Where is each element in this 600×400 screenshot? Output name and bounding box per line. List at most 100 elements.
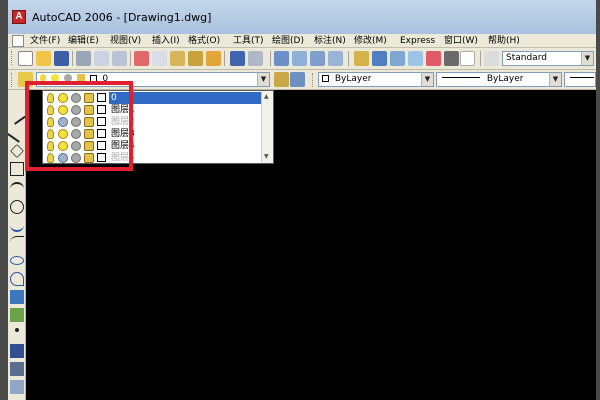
- undo-icon[interactable]: [230, 51, 245, 66]
- layer-row[interactable]: 图层4: [45, 140, 263, 152]
- design-center-icon[interactable]: [372, 51, 387, 66]
- menu-help[interactable]: 帮助(H): [488, 34, 520, 48]
- construction-line-icon[interactable]: [7, 123, 27, 143]
- menu-dimension[interactable]: 标注(N): [314, 34, 346, 48]
- lock-icon[interactable]: [84, 153, 94, 163]
- viewport-freeze-icon[interactable]: [71, 93, 81, 103]
- scroll-up-icon[interactable]: ▲: [264, 93, 269, 100]
- layer-previous-icon[interactable]: [290, 72, 305, 87]
- bulb-icon[interactable]: [47, 93, 54, 103]
- block-editor-icon[interactable]: [206, 51, 221, 66]
- redo-icon[interactable]: [248, 51, 263, 66]
- revision-cloud-icon[interactable]: [10, 218, 24, 232]
- menu-insert[interactable]: 插入(I): [152, 34, 180, 48]
- bulb-icon[interactable]: [47, 141, 54, 151]
- layer-row[interactable]: 0: [45, 92, 263, 104]
- table-icon[interactable]: [10, 380, 24, 394]
- chevron-down-icon[interactable]: ▼: [257, 73, 269, 86]
- layer-row[interactable]: 图层2: [45, 116, 263, 128]
- line-icon[interactable]: [7, 105, 27, 125]
- linetype-select[interactable]: ByLayer ▼: [436, 72, 562, 87]
- menu-draw[interactable]: 绘图(D): [272, 34, 304, 48]
- arc-icon[interactable]: [10, 182, 24, 196]
- viewport-freeze-icon[interactable]: [71, 153, 81, 163]
- ellipse-arc-icon[interactable]: [10, 272, 24, 286]
- text-style-icon[interactable]: [484, 51, 499, 66]
- rectangle-icon[interactable]: [10, 162, 24, 176]
- toolbar-grip[interactable]: [11, 73, 14, 87]
- menu-tools[interactable]: 工具(T): [233, 34, 264, 48]
- color-swatch[interactable]: [97, 93, 106, 102]
- viewport-freeze-icon[interactable]: [71, 105, 81, 115]
- open-icon[interactable]: [36, 51, 51, 66]
- plot-preview-icon[interactable]: [94, 51, 109, 66]
- toolbar-grip[interactable]: [312, 73, 315, 87]
- print-icon[interactable]: [76, 51, 91, 66]
- sun-icon[interactable]: [58, 105, 68, 115]
- sun-icon[interactable]: [58, 129, 68, 139]
- layer-row[interactable]: 图层5: [45, 152, 263, 164]
- make-block-icon[interactable]: [10, 308, 24, 322]
- layer-dropdown-list[interactable]: 0 图层1 图层2 图层3 图层4 图层5 ▲ ▼: [42, 90, 274, 164]
- make-object-layer-current-icon[interactable]: [274, 72, 289, 87]
- color-swatch[interactable]: [97, 105, 106, 114]
- lock-icon[interactable]: [84, 141, 94, 151]
- zoom-realtime-icon[interactable]: [292, 51, 307, 66]
- new-icon[interactable]: [18, 51, 33, 66]
- chevron-down-icon[interactable]: ▼: [581, 52, 593, 65]
- chevron-down-icon[interactable]: ▼: [421, 73, 433, 86]
- menu-modify[interactable]: 修改(M): [354, 34, 387, 48]
- snowflake-icon[interactable]: [58, 153, 68, 163]
- sun-icon[interactable]: [58, 141, 68, 151]
- viewport-freeze-icon[interactable]: [71, 117, 81, 127]
- menu-edit[interactable]: 编辑(E): [68, 34, 99, 48]
- lineweight-select[interactable]: [564, 72, 596, 87]
- snowflake-icon[interactable]: [58, 117, 68, 127]
- copy-icon[interactable]: [152, 51, 167, 66]
- polygon-icon[interactable]: [10, 144, 24, 158]
- save-icon[interactable]: [54, 51, 69, 66]
- color-select[interactable]: ByLayer ▼: [318, 72, 434, 87]
- lock-icon[interactable]: [84, 105, 94, 115]
- markup-icon[interactable]: [426, 51, 441, 66]
- color-swatch[interactable]: [97, 141, 106, 150]
- lock-icon[interactable]: [84, 117, 94, 127]
- menu-express[interactable]: Express: [400, 34, 435, 48]
- lock-icon[interactable]: [84, 129, 94, 139]
- viewport-freeze-icon[interactable]: [71, 129, 81, 139]
- bulb-icon[interactable]: [47, 153, 54, 163]
- color-swatch[interactable]: [97, 129, 106, 138]
- color-swatch[interactable]: [97, 153, 106, 162]
- document-icon[interactable]: [12, 35, 24, 47]
- menu-view[interactable]: 视图(V): [110, 34, 141, 48]
- autocad-app-icon[interactable]: A: [12, 10, 26, 24]
- insert-block-icon[interactable]: [10, 290, 24, 304]
- viewport-freeze-icon[interactable]: [71, 141, 81, 151]
- scroll-down-icon[interactable]: ▼: [264, 153, 269, 160]
- layer-select[interactable]: 0 ▼: [36, 72, 270, 87]
- publish-icon[interactable]: [112, 51, 127, 66]
- zoom-window-icon[interactable]: [310, 51, 325, 66]
- layer-manager-icon[interactable]: [18, 72, 33, 87]
- tool-palettes-icon[interactable]: [390, 51, 405, 66]
- zoom-previous-icon[interactable]: [328, 51, 343, 66]
- color-swatch[interactable]: [97, 117, 106, 126]
- match-properties-icon[interactable]: [188, 51, 203, 66]
- menu-window[interactable]: 窗口(W): [444, 34, 478, 48]
- bulb-icon[interactable]: [47, 117, 54, 127]
- paste-icon[interactable]: [170, 51, 185, 66]
- circle-icon[interactable]: [10, 200, 24, 214]
- chevron-down-icon[interactable]: ▼: [549, 73, 561, 86]
- cut-icon[interactable]: [134, 51, 149, 66]
- spline-icon[interactable]: [10, 236, 24, 250]
- menu-format[interactable]: 格式(O): [188, 34, 220, 48]
- point-icon[interactable]: [15, 328, 19, 332]
- toolbar-grip[interactable]: [11, 51, 14, 65]
- text-style-select[interactable]: Standard ▼: [502, 51, 594, 66]
- layer-row[interactable]: 图层3: [45, 128, 263, 140]
- bulb-icon[interactable]: [47, 129, 54, 139]
- pan-icon[interactable]: [274, 51, 289, 66]
- lock-icon[interactable]: [84, 93, 94, 103]
- help-icon[interactable]: [460, 51, 475, 66]
- properties-icon[interactable]: [354, 51, 369, 66]
